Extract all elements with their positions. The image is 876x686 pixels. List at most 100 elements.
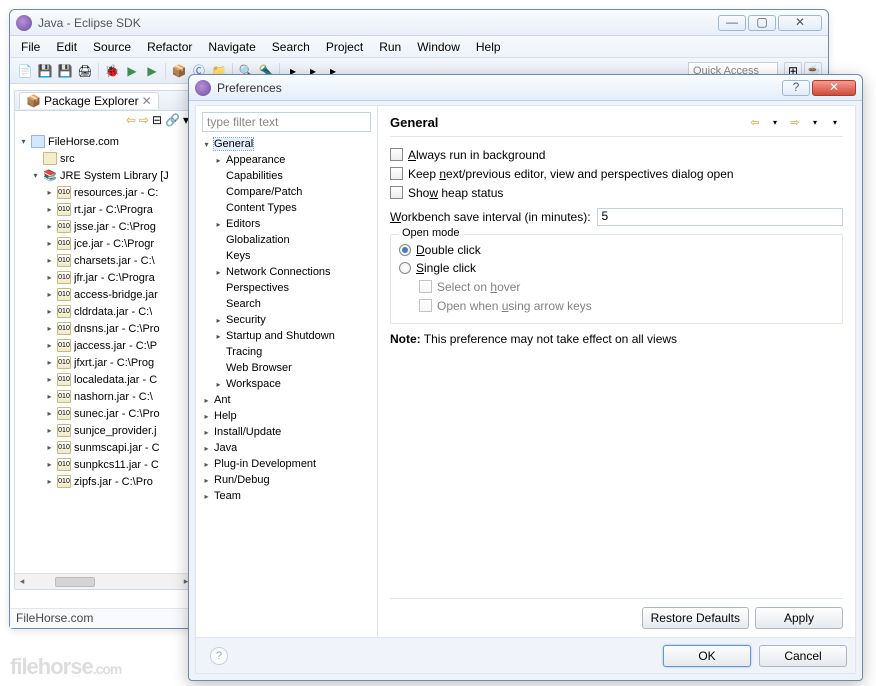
menu-window[interactable]: Window [410,37,467,57]
tree-row[interactable]: Perspectives [202,280,371,296]
twisty-icon[interactable] [214,364,223,373]
new-icon[interactable]: 📄 [16,62,34,80]
tree-row[interactable]: Tracing [202,344,371,360]
tree-row[interactable]: 010access-bridge.jar [19,286,189,303]
twisty-icon[interactable] [214,252,223,261]
twisty-icon[interactable] [45,426,54,435]
twisty-icon[interactable] [214,236,223,245]
twisty-icon[interactable] [214,300,223,309]
forward-icon[interactable]: ⇨ [787,114,803,130]
cancel-button[interactable]: Cancel [759,645,847,667]
twisty-icon[interactable] [202,444,211,453]
collapse-all-icon[interactable]: ⊟ [152,113,162,127]
twisty-icon[interactable] [214,156,223,165]
tree-row[interactable]: Security [202,312,371,328]
tree-row[interactable]: Editors [202,216,371,232]
tree-row[interactable]: src [19,150,189,167]
link-with-editor-icon[interactable]: 🔗 [165,113,180,127]
tree-row[interactable]: Java [202,440,371,456]
minimize-button[interactable]: — [718,15,746,31]
scroll-left-icon[interactable]: ◂ [15,575,29,589]
twisty-icon[interactable] [45,341,54,350]
tree-row[interactable]: 010dnsns.jar - C:\Pro [19,320,189,337]
twisty-icon[interactable] [214,188,223,197]
twisty-icon[interactable] [45,239,54,248]
view-menu-icon[interactable]: ▾ [827,114,843,130]
tree-row[interactable]: 010sunpkcs11.jar - C [19,456,189,473]
tree-row[interactable]: 010rt.jar - C:\Progra [19,201,189,218]
twisty-icon[interactable] [45,222,54,231]
twisty-icon[interactable] [45,324,54,333]
apply-button[interactable]: Apply [755,607,843,629]
twisty-icon[interactable] [45,358,54,367]
radio[interactable] [399,262,411,274]
tree-row[interactable]: Plug-in Development [202,456,371,472]
tree-row[interactable]: Startup and Shutdown [202,328,371,344]
twisty-icon[interactable] [45,205,54,214]
checkbox[interactable] [390,167,403,180]
save-icon[interactable]: 💾 [36,62,54,80]
save-all-icon[interactable]: 💾 [56,62,74,80]
back-icon[interactable]: ⇦ [747,114,763,130]
twisty-icon[interactable] [202,140,211,149]
menu-help[interactable]: Help [469,37,508,57]
twisty-icon[interactable] [45,375,54,384]
menu-file[interactable]: File [14,37,47,57]
twisty-icon[interactable] [19,137,28,146]
tree-row[interactable]: 010jce.jar - C:\Progr [19,235,189,252]
twisty-icon[interactable] [31,171,40,180]
tree-row[interactable]: 010nashorn.jar - C:\ [19,388,189,405]
checkbox[interactable] [390,186,403,199]
tree-row[interactable]: 010jfxrt.jar - C:\Prog [19,354,189,371]
print-icon[interactable]: 🖨 [76,62,94,80]
checkbox[interactable] [390,148,403,161]
single-click-row[interactable]: Single click [399,259,834,277]
tree-row[interactable]: Appearance [202,152,371,168]
twisty-icon[interactable] [45,307,54,316]
menu-edit[interactable]: Edit [49,37,84,57]
always-run-row[interactable]: Always run in background [390,145,843,164]
chevron-down-icon[interactable]: ▾ [807,114,823,130]
scrollbar-thumb[interactable] [55,577,95,587]
tree-row[interactable]: 010jfr.jar - C:\Progra [19,269,189,286]
preferences-titlebar[interactable]: Preferences ? ✕ [189,75,862,101]
twisty-icon[interactable] [214,284,223,293]
tree-row[interactable]: 010sunjce_provider.j [19,422,189,439]
radio[interactable] [399,244,411,256]
twisty-icon[interactable] [202,428,211,437]
back-icon[interactable]: ⇦ [126,113,136,127]
tree-row[interactable]: Keys [202,248,371,264]
run-last-icon[interactable]: ▶ [143,62,161,80]
filter-input[interactable]: type filter text [202,112,371,132]
menu-navigate[interactable]: Navigate [201,37,262,57]
tree-row[interactable]: 010jsse.jar - C:\Prog [19,218,189,235]
twisty-icon[interactable] [214,316,223,325]
ok-button[interactable]: OK [663,645,751,667]
tree-row[interactable]: 010zipfs.jar - C:\Pro [19,473,189,490]
double-click-row[interactable]: Double click [399,241,834,259]
keep-next-row[interactable]: Keep next/previous editor, view and pers… [390,164,843,183]
package-explorer-tab-button[interactable]: 📦 Package Explorer ✕ [19,92,159,109]
tree-row[interactable]: Compare/Patch [202,184,371,200]
twisty-icon[interactable] [214,380,223,389]
help-icon[interactable]: ? [210,647,228,665]
tree-row[interactable]: 010resources.jar - C: [19,184,189,201]
twisty-icon[interactable] [214,172,223,181]
menu-project[interactable]: Project [319,37,370,57]
twisty-icon[interactable] [202,492,211,501]
twisty-icon[interactable] [45,290,54,299]
twisty-icon[interactable] [214,268,223,277]
package-explorer-tree[interactable]: FileHorse.com src 📚 JRE System Library [… [15,129,193,494]
tree-row[interactable]: Capabilities [202,168,371,184]
maximize-button[interactable]: ▢ [748,15,776,31]
new-package-icon[interactable]: 📦 [170,62,188,80]
twisty-icon[interactable] [202,412,211,421]
twisty-icon[interactable] [45,188,54,197]
run-icon[interactable]: ▶ [123,62,141,80]
debug-icon[interactable]: 🐞 [103,62,121,80]
tree-row[interactable]: Workspace [202,376,371,392]
horizontal-scrollbar[interactable]: ◂ ▸ [15,573,193,589]
tree-row[interactable]: 010localedata.jar - C [19,371,189,388]
tree-row[interactable]: General [202,136,371,152]
twisty-icon[interactable] [45,409,54,418]
